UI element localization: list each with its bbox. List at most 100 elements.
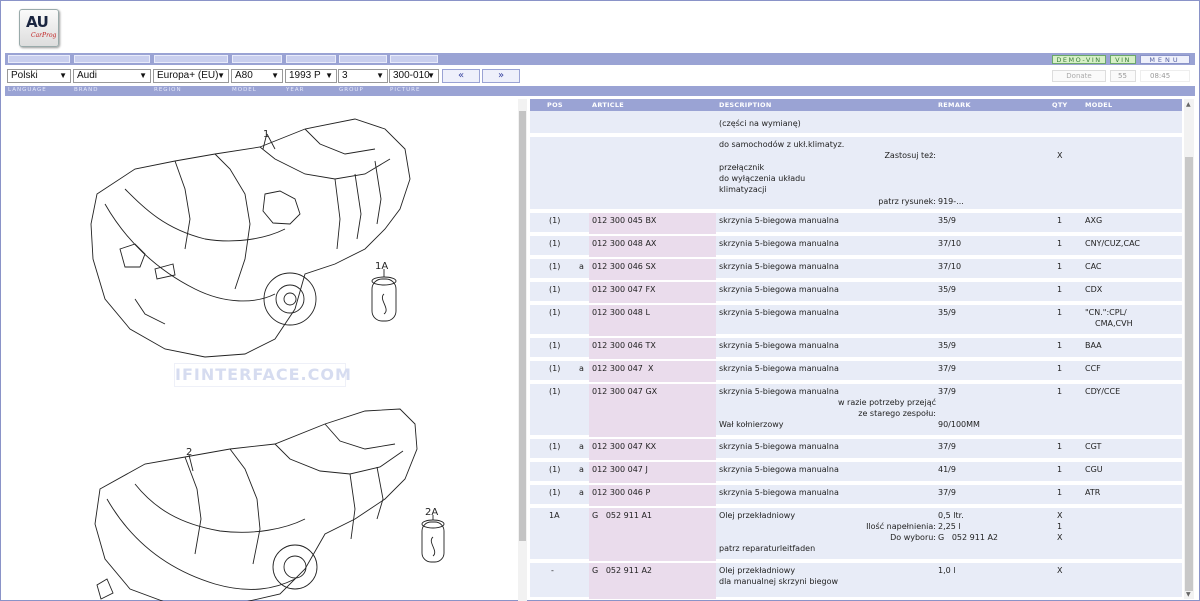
pos: (1)	[549, 442, 561, 451]
year-select[interactable]: 1993 P ▼	[285, 69, 337, 83]
logo-mark: AU	[26, 13, 49, 31]
article-link[interactable]: 012 300 045 BX	[592, 216, 656, 225]
article-link[interactable]: 012 300 048 AX	[592, 239, 656, 248]
model: CGU	[1085, 465, 1103, 474]
qty: 1	[1057, 216, 1063, 225]
callout-2A[interactable]: 2A	[425, 507, 438, 518]
article-link[interactable]: 012 300 047 KX	[592, 442, 656, 451]
article-link[interactable]: 012 300 046 P	[592, 488, 650, 497]
table-row[interactable]: (1) 012 300 047 GX skrzynia 5-biegowa ma…	[530, 384, 1182, 437]
diagram-scrollbar[interactable]	[518, 99, 527, 601]
table-row[interactable]: (1) 012 300 047 FX skrzynia 5-biegowa ma…	[530, 282, 1182, 303]
article-link[interactable]: 012 300 047 J	[592, 465, 648, 474]
desc: skrzynia 5-biegowa manualna	[719, 308, 839, 317]
qty: X	[1057, 566, 1063, 575]
table-row[interactable]: (1) a 012 300 046 SX skrzynia 5-biegowa …	[530, 259, 1182, 280]
donate-button[interactable]: Donate	[1052, 70, 1106, 82]
callout-1A[interactable]: 1A	[375, 261, 388, 272]
table-row[interactable]: (1) 012 300 048 AX skrzynia 5-biegowa ma…	[530, 236, 1182, 257]
model: "CN.":CPL/	[1085, 308, 1127, 317]
table-row[interactable]: (1) a 012 300 046 P skrzynia 5-biegowa m…	[530, 485, 1182, 506]
table-row[interactable]: (1) 012 300 048 L skrzynia 5-biegowa man…	[530, 305, 1182, 336]
article-link[interactable]: 012 300 047 GX	[592, 387, 657, 396]
table-row[interactable]: (1) a 012 300 047 X skrzynia 5-biegowa m…	[530, 361, 1182, 382]
parts-diagram[interactable]: 1 1A 2 2A	[5, 99, 517, 601]
pos: (1)	[549, 262, 561, 271]
qty: X	[1057, 151, 1063, 160]
model: CAC	[1085, 262, 1102, 271]
toolbar-slot-group[interactable]	[339, 55, 387, 63]
scroll-down-icon[interactable]: ▼	[1186, 591, 1191, 598]
region-value: Europa+ (EU)	[157, 70, 219, 81]
model: CMA,CVH	[1095, 319, 1133, 328]
toolbar-slot-picture[interactable]	[390, 55, 438, 63]
group-value: 3	[342, 70, 348, 81]
scroll-up-icon[interactable]: ▲	[1186, 101, 1191, 108]
callout-2[interactable]: 2	[186, 447, 192, 458]
status-box	[1140, 70, 1190, 82]
region-select[interactable]: Europa+ (EU) ▼	[153, 69, 229, 83]
app-window: AU CarProg DEMO-VIN VIN MENU Polski ▼ Aud…	[0, 0, 1200, 601]
demo-vin-button[interactable]: DEMO-VIN	[1052, 55, 1106, 64]
note: patrz rysunek:	[878, 197, 936, 206]
prev-picture-button[interactable]: «	[442, 69, 480, 83]
qty: X	[1057, 511, 1063, 520]
table-row[interactable]: (1) 012 300 045 BX skrzynia 5-biegowa ma…	[530, 213, 1182, 234]
toolbar-slot-brand[interactable]	[74, 55, 150, 63]
language-select[interactable]: Polski ▼	[7, 69, 71, 83]
next-picture-button[interactable]: »	[482, 69, 520, 83]
remark: 35/9	[938, 285, 956, 294]
label-picture: PICTURE	[390, 87, 421, 93]
desc: Olej przekładniowy	[719, 566, 796, 575]
callout-1[interactable]: 1	[263, 129, 269, 140]
group-select[interactable]: 3 ▼	[338, 69, 388, 83]
article-link[interactable]: 012 300 047 X	[592, 364, 653, 373]
article-link[interactable]: 012 300 048 L	[592, 308, 650, 317]
desc: skrzynia 5-biegowa manualna	[719, 364, 839, 373]
app-logo[interactable]: AU CarProg	[19, 9, 59, 47]
brand-select[interactable]: Audi ▼	[73, 69, 151, 83]
picture-select[interactable]: 300-010 ▼	[389, 69, 439, 83]
toolbar-slot-language[interactable]	[8, 55, 70, 63]
pos: 1A	[549, 511, 560, 520]
article-link[interactable]: 012 300 047 FX	[592, 285, 656, 294]
remark: 41/9	[938, 465, 956, 474]
table-row[interactable]: - G 052 911 A2 Olej przekładniowy dla ma…	[530, 563, 1182, 599]
model-select[interactable]: A80 ▼	[231, 69, 283, 83]
chevron-down-icon: ▼	[271, 71, 279, 80]
menu-button[interactable]: MENU	[1140, 55, 1190, 64]
table-row[interactable]: (części na wymianę)	[530, 111, 1182, 135]
model: AXG	[1085, 216, 1103, 225]
table-row[interactable]: (1) a 012 300 047 J skrzynia 5-biegowa m…	[530, 462, 1182, 483]
table-row[interactable]: 1A G 052 911 A1 Olej przekładniowy 0,5 l…	[530, 508, 1182, 561]
table-scrollbar[interactable]: ▲ ▼	[1184, 99, 1194, 599]
label-year: YEAR	[286, 87, 305, 93]
table-header: POS ARTICLE DESCRIPTION REMARK QTY MODEL	[530, 99, 1182, 111]
remark: 37/10	[938, 262, 962, 271]
table-row[interactable]: do samochodów z ukł.klimatyz. Zastosuj t…	[530, 137, 1182, 211]
desc: skrzynia 5-biegowa manualna	[719, 262, 839, 271]
article-link[interactable]: 012 300 046 SX	[592, 262, 656, 271]
article-link[interactable]: G 052 911 A2	[592, 566, 652, 575]
toolbar-slot-region[interactable]	[154, 55, 228, 63]
remark: 37/9	[938, 364, 956, 373]
scrollbar-thumb[interactable]	[519, 111, 526, 541]
remark: 2,25 l	[938, 522, 961, 531]
flag: a	[579, 442, 584, 451]
model: CDX	[1085, 285, 1103, 294]
note: w razie potrzeby przejąć	[837, 398, 936, 407]
article-link[interactable]: G 052 911 A1	[592, 511, 652, 520]
article-link[interactable]: 012 300 046 TX	[592, 341, 656, 350]
desc: skrzynia 5-biegowa manualna	[719, 488, 839, 497]
vin-button[interactable]: VIN	[1110, 55, 1136, 64]
toolbar-slot-model[interactable]	[232, 55, 282, 63]
pos: (1)	[549, 387, 561, 396]
table-row[interactable]: (1) a 012 300 047 KX skrzynia 5-biegowa …	[530, 439, 1182, 460]
label-brand: BRAND	[74, 87, 99, 93]
toolbar-slot-year[interactable]	[286, 55, 336, 63]
desc: Olej przekładniowy	[719, 511, 796, 520]
qty: 1	[1057, 262, 1063, 271]
table-row[interactable]: (1) 012 300 046 TX skrzynia 5-biegowa ma…	[530, 338, 1182, 359]
scrollbar-thumb[interactable]	[1185, 157, 1193, 591]
desc-line: do wyłączenia układu	[719, 174, 806, 183]
